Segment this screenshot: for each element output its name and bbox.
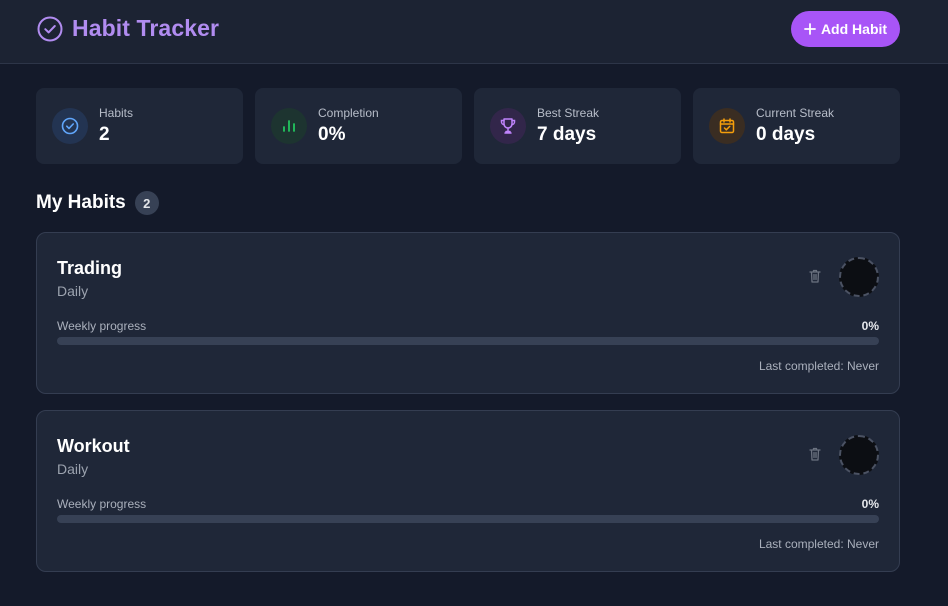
stat-label: Habits [99,106,134,120]
progress-percent: 0% [861,319,879,333]
stat-card-completion: Completion 0% [255,88,462,164]
last-completed: Last completed: Never [758,537,879,551]
complete-toggle[interactable] [839,435,879,475]
stat-value: 2 [99,124,110,145]
trash-icon[interactable] [807,446,823,462]
stat-icon-best-streak [490,108,526,144]
trophy-icon [500,118,516,134]
app-title: Habit Tracker [72,15,220,41]
stat-card-best-streak: Best Streak 7 days [474,88,681,164]
check-circle-icon [37,16,63,41]
stat-label: Completion [318,106,379,120]
stat-label: Best Streak [537,106,600,120]
add-habit-button[interactable]: Add Habit [791,11,900,47]
brand: Habit Tracker [37,15,219,42]
habit-frequency: Daily [57,461,89,477]
progress-bar [57,337,879,345]
stat-value: 7 days [537,124,597,145]
progress-percent: 0% [861,497,879,511]
stat-icon-habits [52,108,88,144]
progress-label: Weekly progress [57,497,147,511]
stat-value: 0% [318,124,346,145]
plus-icon [804,23,816,35]
add-habit-label: Add Habit [820,21,888,37]
bar-chart-icon [283,120,295,132]
stat-icon-completion [271,108,307,144]
stat-label: Current Streak [756,106,835,120]
section-title: My Habits [36,192,126,213]
habit-name: Trading [57,258,123,278]
habit-name: Workout [57,436,130,456]
progress-label: Weekly progress [57,319,147,333]
habit-count-badge: 2 [134,191,159,215]
my-habits-header: My Habits 2 [36,191,159,215]
stat-card-habits: Habits 2 [36,88,243,164]
stat-card-current-streak: Current Streak 0 days [693,88,900,164]
check-circle-icon [61,117,79,135]
habit-card-workout: Workout Daily Weekly progress 0% Last co… [36,410,900,572]
trash-icon[interactable] [807,268,823,284]
progress-bar [57,515,879,523]
complete-toggle[interactable] [839,257,879,297]
last-completed: Last completed: Never [758,359,879,373]
calendar-check-icon [719,118,735,134]
habit-frequency: Daily [57,283,89,299]
stat-value: 0 days [756,124,816,145]
app-header: Habit Tracker Add Habit [0,0,948,64]
stat-icon-current-streak [709,108,745,144]
habit-card-trading: Trading Daily Weekly progress 0% Last co… [36,232,900,394]
